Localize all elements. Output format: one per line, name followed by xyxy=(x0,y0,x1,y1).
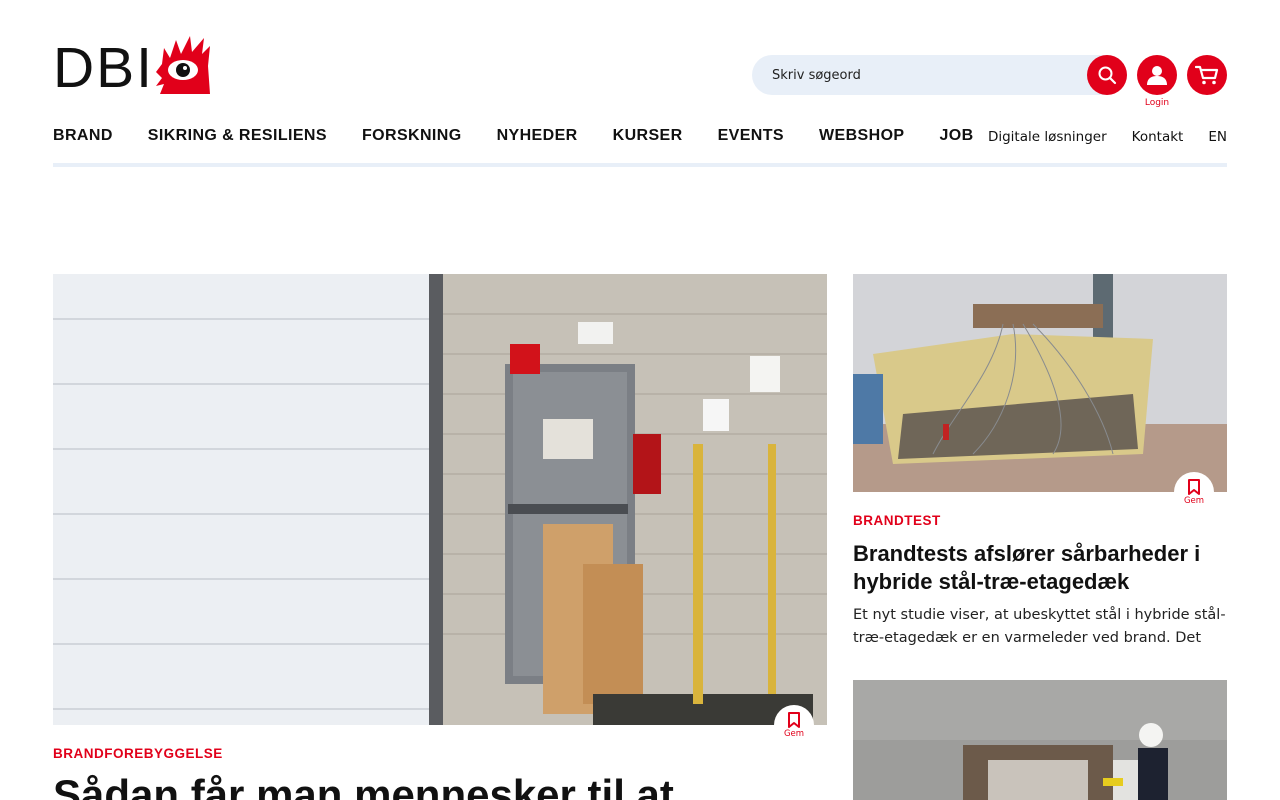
user-icon xyxy=(1147,66,1167,85)
side-teaser: Et nyt studie viser, at ubeskyttet stål … xyxy=(853,607,1226,646)
hero-photo xyxy=(53,274,827,725)
search-input[interactable] xyxy=(772,55,1072,95)
search-box xyxy=(752,55,1127,95)
nav-item-sikring-resiliens[interactable]: SIKRING & RESILIENS xyxy=(148,126,327,148)
nav-item-digitale-losninger[interactable]: Digitale løsninger xyxy=(988,128,1107,146)
login-label[interactable]: Login xyxy=(1137,98,1177,108)
search-icon xyxy=(1098,66,1117,85)
fire-test-photo xyxy=(853,274,1227,492)
side-article-2-image[interactable] xyxy=(853,680,1227,800)
save-label: Gem xyxy=(783,728,805,739)
side-save-button[interactable]: Gem xyxy=(1174,472,1214,512)
nav-item-nyheder[interactable]: NYHEDER xyxy=(497,126,578,148)
main-nav: BRAND SIKRING & RESILIENS FORSKNING NYHE… xyxy=(53,126,1009,148)
side-category[interactable]: BRANDTEST xyxy=(853,513,941,528)
hero-save-button[interactable]: Gem xyxy=(774,705,814,745)
hero-category[interactable]: BRANDFOREBYGGELSE xyxy=(53,746,223,761)
nav-item-brand[interactable]: BRAND xyxy=(53,126,113,148)
site-header: DBI Login BRAND SIKRING & RESILIENS xyxy=(0,0,1280,170)
utility-nav: Digitale løsninger Kontakt EN xyxy=(963,128,1227,146)
hero-article-image[interactable] xyxy=(53,274,827,725)
bookmark-icon xyxy=(788,711,800,728)
bookmark-icon xyxy=(1188,478,1200,495)
hero-title[interactable]: Sådan får man mennesker til at xyxy=(53,770,827,800)
side-title[interactable]: Brandtests afslører sårbarheder i hybrid… xyxy=(853,540,1227,596)
nav-item-events[interactable]: EVENTS xyxy=(718,126,784,148)
cart-icon xyxy=(1195,65,1219,85)
login-button[interactable] xyxy=(1137,55,1177,95)
logo-text: DBI xyxy=(53,36,155,100)
side-article-image[interactable] xyxy=(853,274,1227,492)
language-switch[interactable]: EN xyxy=(1208,128,1227,146)
lab-photo xyxy=(853,680,1227,800)
nav-item-webshop[interactable]: WEBSHOP xyxy=(819,126,904,148)
search-button[interactable] xyxy=(1087,55,1127,95)
dbi-logo[interactable]: DBI xyxy=(53,34,213,98)
cart-button[interactable] xyxy=(1187,55,1227,95)
nav-item-forskning[interactable]: FORSKNING xyxy=(362,126,462,148)
save-label: Gem xyxy=(1183,495,1205,506)
nav-divider xyxy=(53,163,1227,167)
flame-eye-icon xyxy=(156,36,210,94)
nav-item-kontakt[interactable]: Kontakt xyxy=(1132,128,1184,146)
nav-item-kurser[interactable]: KURSER xyxy=(613,126,683,148)
